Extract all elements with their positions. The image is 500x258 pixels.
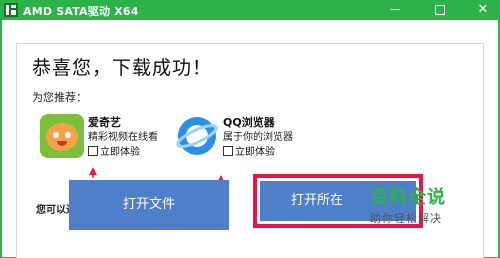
success-headline: 恭喜您，下载成功！ [32, 57, 213, 79]
iqiyi-icon [40, 114, 84, 158]
watermark: 百科全说 助你轻松解决 [356, 180, 491, 235]
checkbox-icon[interactable] [223, 145, 233, 156]
app-icon [4, 3, 18, 17]
qq-browser-icon [176, 117, 218, 155]
try-label: 立即体验 [235, 147, 275, 158]
watermark-subtitle: 助你轻松解决 [370, 212, 442, 225]
open-file-button[interactable]: 打开文件 [69, 180, 229, 230]
maximize-button[interactable] [425, 0, 455, 20]
checkbox-icon[interactable] [88, 145, 98, 156]
close-button[interactable]: ✕ [468, 0, 498, 20]
title-bar: AMD SATA驱动 X64 ✕ [0, 0, 500, 20]
window-title: AMD SATA驱动 X64 [23, 5, 139, 18]
try-iqiyi-checkbox[interactable]: 立即体验 [88, 143, 140, 158]
maximize-icon [435, 4, 445, 15]
watermark-title: 百科全说 [370, 187, 446, 208]
try-label: 立即体验 [100, 147, 140, 158]
minimize-icon [390, 9, 400, 10]
recommend-label: 为您推荐： [32, 91, 87, 104]
try-qq-browser-checkbox[interactable]: 立即体验 [223, 143, 275, 158]
close-icon: ✕ [477, 2, 489, 17]
app-desc: 属于你的浏览器 [223, 132, 293, 143]
minimize-button[interactable] [380, 0, 410, 20]
app-desc: 精彩视频在线看 [88, 132, 158, 143]
